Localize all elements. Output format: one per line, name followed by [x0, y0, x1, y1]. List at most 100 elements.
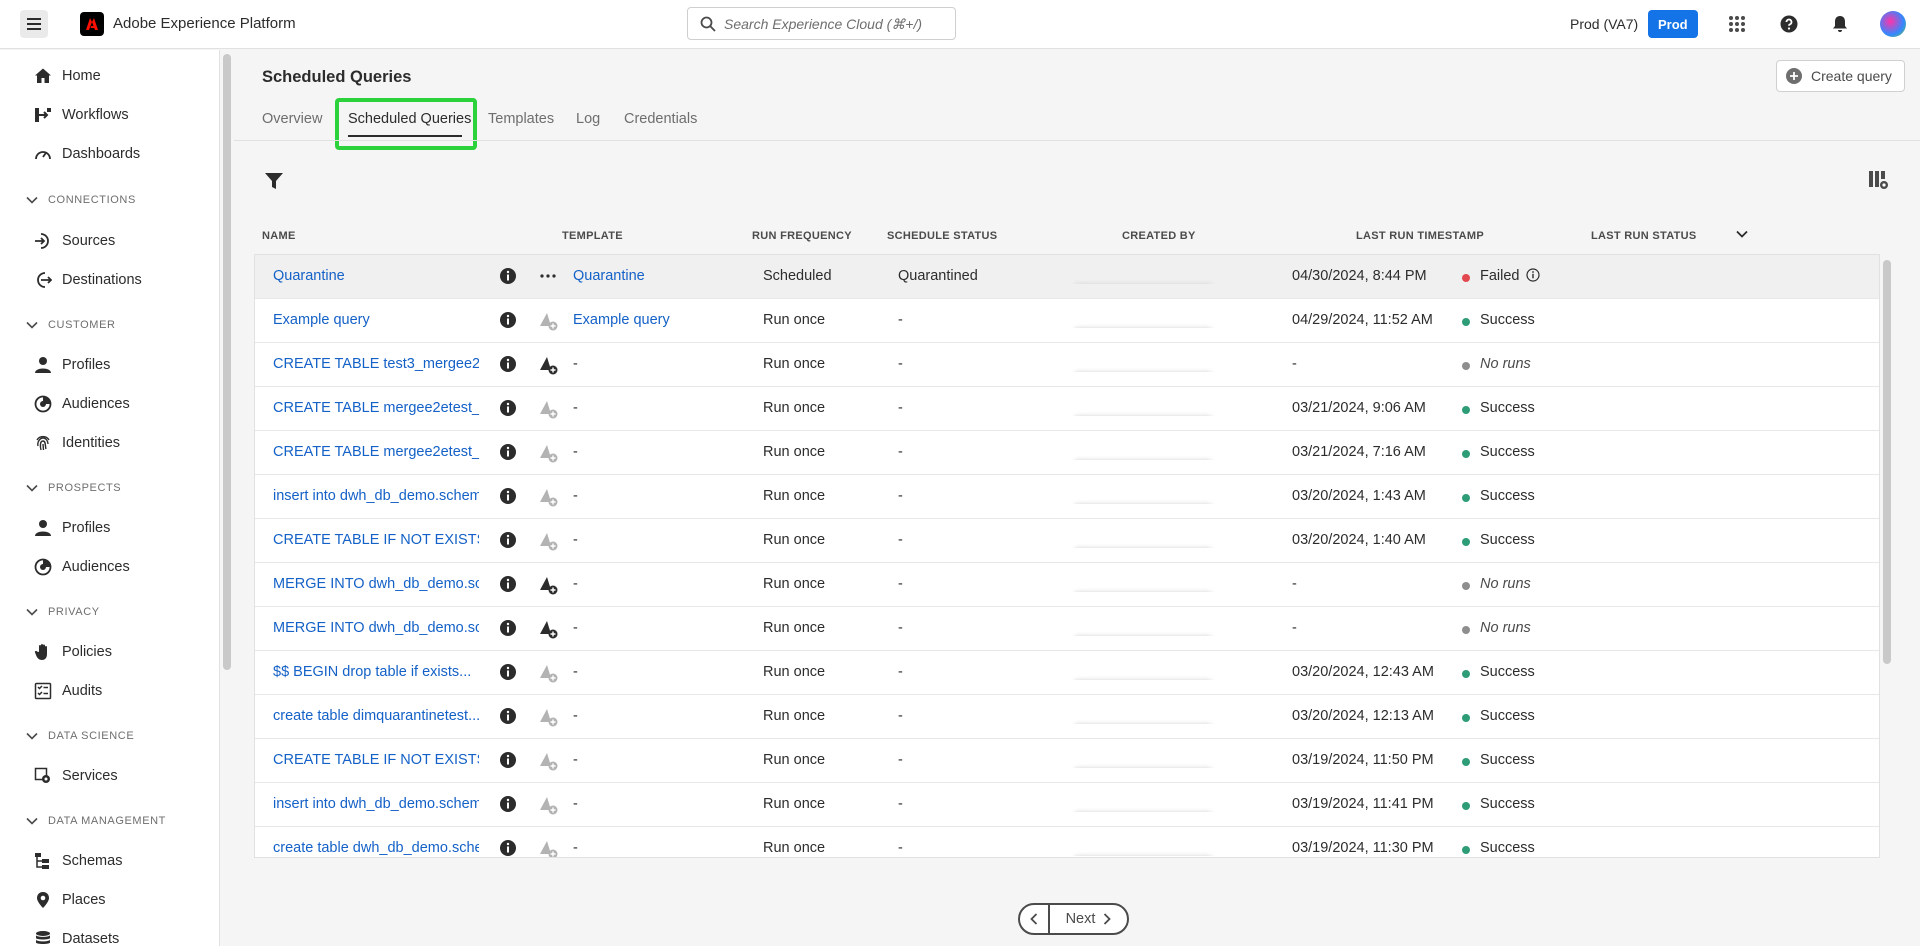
info-icon[interactable] [499, 267, 517, 285]
query-name-link[interactable]: insert into dwh_db_demo.schema [273, 796, 479, 812]
add-alert-disabled-icon[interactable] [539, 795, 559, 815]
create-query-button[interactable]: Create query [1776, 60, 1905, 92]
info-icon[interactable] [499, 311, 517, 329]
search-input[interactable] [724, 15, 934, 32]
help-button[interactable] [1778, 13, 1800, 35]
template-cell[interactable]: Quarantine [573, 268, 793, 284]
table-row[interactable]: $$ BEGIN drop table if exists... - Run onc… [255, 651, 1879, 695]
column-header-schedule-status[interactable]: SCHEDULE STATUS [887, 230, 997, 242]
next-page-button[interactable]: Next [1050, 911, 1127, 927]
info-icon[interactable] [499, 487, 517, 505]
info-icon[interactable] [499, 795, 517, 813]
add-alert-disabled-icon[interactable] [539, 311, 559, 331]
tab-overview[interactable]: Overview [262, 111, 322, 127]
sidebar-item-policies[interactable]: Policies [32, 640, 112, 664]
query-name-link[interactable]: CREATE TABLE mergee2etest_del [273, 400, 479, 416]
query-name-link[interactable]: CREATE TABLE mergee2etest_del [273, 444, 479, 460]
sidebar-section-data-management[interactable]: DATA MANAGEMENT [26, 815, 166, 827]
filter-button[interactable] [264, 171, 284, 191]
table-row[interactable]: Example queryExample queryRun once-Jorda… [255, 299, 1879, 343]
adobe-logo[interactable] [80, 12, 104, 36]
column-header-template[interactable]: TEMPLATE [562, 230, 623, 242]
sidebar-section-privacy[interactable]: PRIVACY [26, 606, 100, 618]
sidebar-item-datasets[interactable]: Datasets [32, 927, 119, 946]
sidebar-item-identities[interactable]: Identities [32, 431, 120, 455]
query-name-link[interactable]: $$ BEGIN drop table if exists... [273, 664, 479, 680]
notifications-button[interactable] [1829, 13, 1851, 35]
info-icon[interactable] [499, 443, 517, 461]
query-name-link[interactable]: CREATE TABLE test3_mergee2ekk [273, 356, 479, 372]
column-header-run-frequency[interactable]: RUN FREQUENCY [752, 230, 852, 242]
column-header-last-run-status[interactable]: LAST RUN STATUS [1591, 230, 1697, 242]
query-name-link[interactable]: MERGE INTO dwh_db_demo.sche [273, 620, 479, 636]
add-alert-disabled-icon[interactable] [539, 531, 559, 551]
table-scrollbar[interactable] [1883, 260, 1891, 664]
table-row[interactable]: MERGE INTO dwh_db_demo.sche - Run once - Him… [255, 563, 1879, 607]
sidebar-section-data-science[interactable]: DATA SCIENCE [26, 730, 134, 742]
org-switcher[interactable]: Prod (VA7) [1570, 16, 1638, 32]
add-alert-icon[interactable] [539, 575, 559, 595]
table-row[interactable]: Quarantine Quarantine Scheduled Quarantined… [255, 255, 1879, 299]
info-icon[interactable] [499, 663, 517, 681]
sidebar-item-workflows[interactable]: Workflows [32, 103, 129, 127]
environment-badge[interactable]: Prod [1648, 10, 1698, 38]
column-header-created-by[interactable]: CREATED BY [1122, 230, 1196, 242]
query-name-link[interactable]: CREATE TABLE IF NOT EXISTS dw [273, 752, 479, 768]
info-icon[interactable] [499, 839, 517, 857]
sidebar-item-audits[interactable]: Audits [32, 679, 102, 703]
sidebar-item-customer-audiences[interactable]: Audiences [32, 392, 130, 416]
query-name-link[interactable]: insert into dwh_db_demo.schema [273, 488, 479, 504]
table-row[interactable]: create table dimquarantinetest... - Run on… [255, 695, 1879, 739]
table-row[interactable]: CREATE TABLE test3_mergee2ekk - Run once - K… [255, 343, 1879, 387]
app-title[interactable]: Adobe Experience Platform [113, 15, 296, 32]
query-name-link[interactable]: Example query [273, 312, 479, 328]
sidebar-section-prospects[interactable]: PROSPECTS [26, 482, 121, 494]
add-alert-disabled-icon[interactable] [539, 707, 559, 727]
info-icon[interactable] [499, 399, 517, 417]
more-actions-icon[interactable] [539, 267, 557, 285]
sidebar-item-prospect-audiences[interactable]: Audiences [32, 555, 130, 579]
table-row[interactable]: insert into dwh_db_demo.schema - Run once -… [255, 475, 1879, 519]
sidebar-item-dashboards[interactable]: Dashboards [32, 142, 140, 166]
sidebar-section-connections[interactable]: CONNECTIONS [26, 194, 136, 206]
info-icon[interactable] [499, 707, 517, 725]
tab-credentials[interactable]: Credentials [624, 111, 697, 127]
add-alert-disabled-icon[interactable] [539, 487, 559, 507]
column-header-last-run-timestamp[interactable]: LAST RUN TIMESTAMP [1356, 230, 1484, 242]
query-name-link[interactable]: CREATE TABLE IF NOT EXISTS dw [273, 532, 479, 548]
sidebar-scrollbar[interactable] [223, 54, 231, 670]
info-icon[interactable] [499, 575, 517, 593]
column-header-name[interactable]: NAME [262, 230, 296, 242]
add-alert-icon[interactable] [539, 619, 559, 639]
query-name-link[interactable]: Quarantine [273, 268, 479, 284]
sidebar-section-customer[interactable]: CUSTOMER [26, 319, 116, 331]
sidebar-item-destinations[interactable]: Destinations [32, 268, 142, 292]
sort-descending-icon[interactable] [1736, 230, 1748, 238]
sidebar-item-services[interactable]: Services [32, 764, 118, 788]
table-row[interactable]: CREATE TABLE mergee2etest_del - Run once - K… [255, 387, 1879, 431]
table-row[interactable]: CREATE TABLE IF NOT EXISTS dw - Run once - H… [255, 519, 1879, 563]
sidebar-item-sources[interactable]: Sources [32, 229, 115, 253]
template-cell[interactable]: Example query [573, 312, 793, 328]
info-icon[interactable] [499, 751, 517, 769]
add-alert-disabled-icon[interactable] [539, 399, 559, 419]
failure-info-icon[interactable] [1525, 268, 1540, 282]
tab-templates[interactable]: Templates [488, 111, 554, 127]
sidebar-item-schemas[interactable]: Schemas [32, 849, 122, 873]
add-alert-disabled-icon[interactable] [539, 751, 559, 771]
sidebar-item-places[interactable]: Places [32, 888, 106, 912]
add-alert-disabled-icon[interactable] [539, 839, 559, 857]
info-icon[interactable] [499, 355, 517, 373]
table-row[interactable]: create table dwh_db_demo.schem - Run once -… [255, 827, 1879, 857]
tab-log[interactable]: Log [576, 111, 600, 127]
hamburger-menu-button[interactable] [20, 10, 48, 38]
add-alert-icon[interactable] [539, 355, 559, 375]
table-row[interactable]: MERGE INTO dwh_db_demo.sche - Run once - Him… [255, 607, 1879, 651]
table-row[interactable]: insert into dwh_db_demo.schema - Run once -… [255, 783, 1879, 827]
info-icon[interactable] [499, 531, 517, 549]
add-alert-disabled-icon[interactable] [539, 443, 559, 463]
query-name-link[interactable]: create table dwh_db_demo.schem [273, 840, 479, 856]
column-settings-button[interactable] [1868, 169, 1890, 191]
query-name-link[interactable]: create table dimquarantinetest... [273, 708, 479, 724]
info-icon[interactable] [499, 619, 517, 637]
